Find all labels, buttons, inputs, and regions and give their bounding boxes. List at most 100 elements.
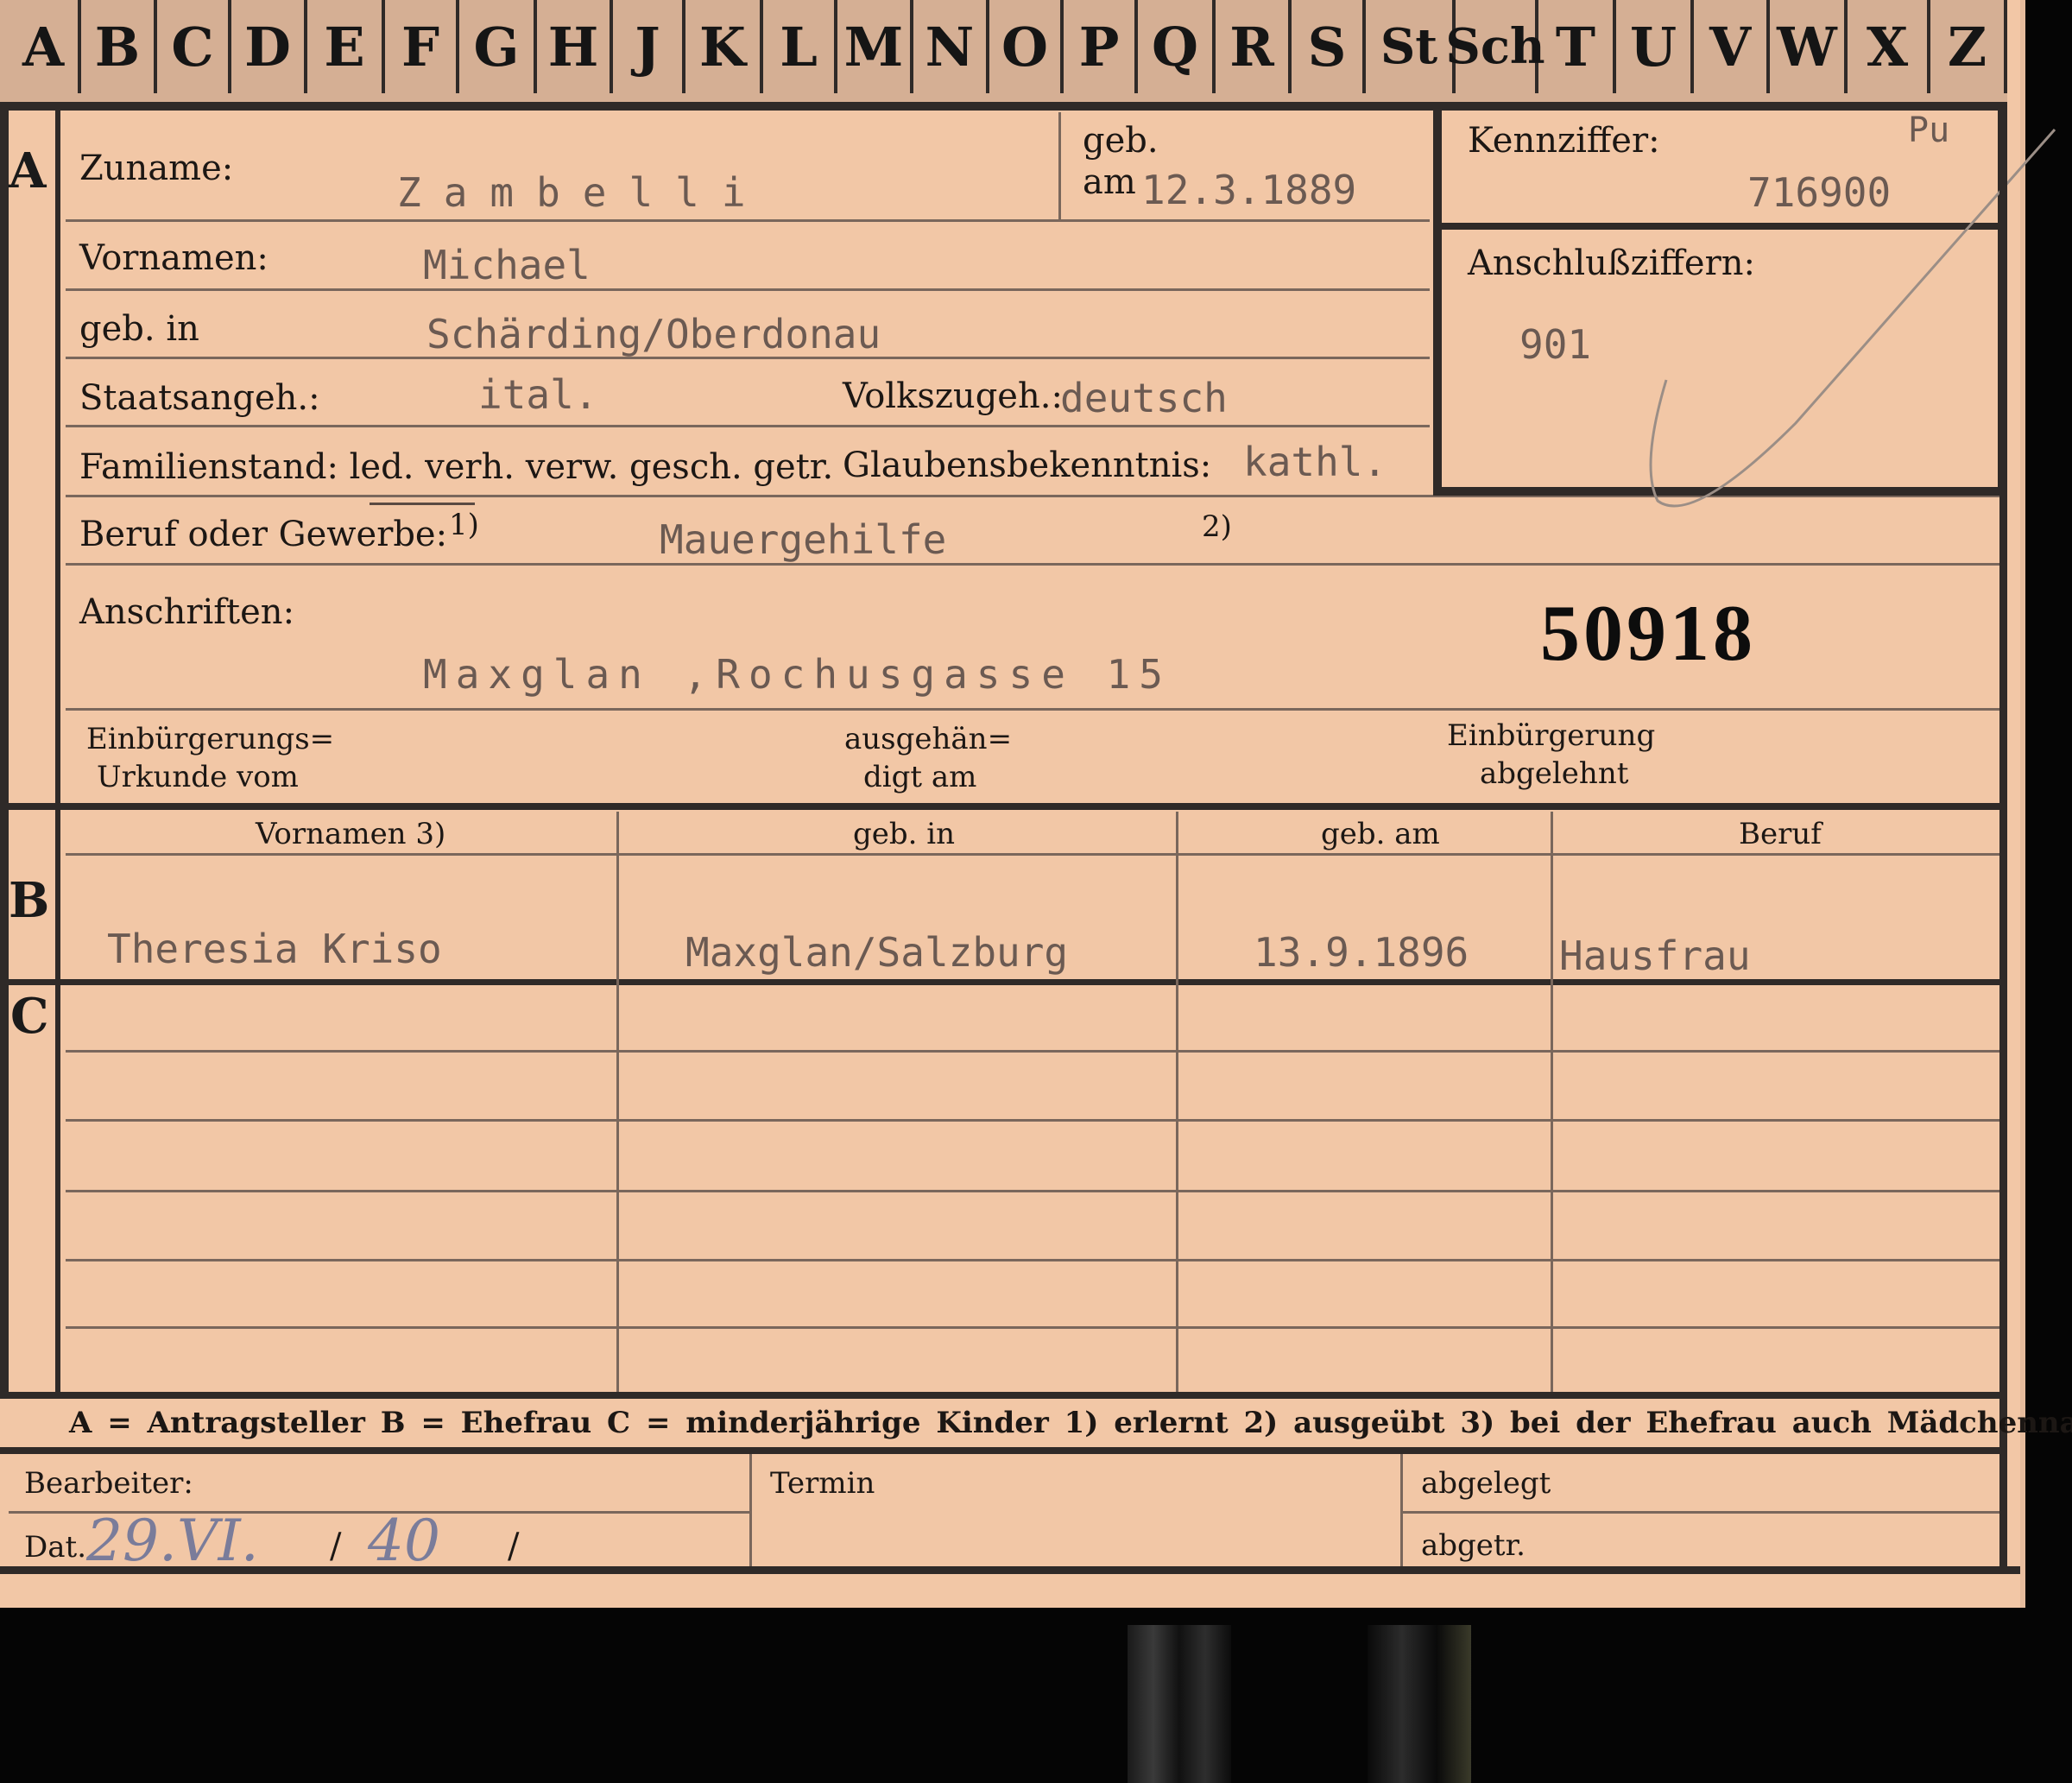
letter-tab-f[interactable]: F <box>385 0 459 93</box>
header-first-names: Vornamen 3) <box>256 817 446 851</box>
letter-tab-t[interactable]: T <box>1538 0 1616 93</box>
registration-card: A B C D E F G H J K L M N O P Q R S St Sch T U V W X Z A Zuname: … <box>0 0 2072 1608</box>
spouse-birthdate: 13.9.1896 <box>1254 929 1469 976</box>
legend-bottom-line <box>0 1447 2007 1454</box>
naturalization-doc-label-2: Urkunde vom <box>97 760 299 794</box>
section-a-marker: A <box>9 142 47 199</box>
letter-tab-sch[interactable]: Sch <box>1445 0 1545 93</box>
letter-tab-a[interactable]: A <box>9 0 81 93</box>
letter-tab-m[interactable]: M <box>837 0 913 93</box>
footnote-1-marker: 1) <box>449 508 479 542</box>
letter-tab-g[interactable]: G <box>459 0 537 93</box>
row-line <box>66 425 1430 427</box>
letter-index-tabs: A B C D E F G H J K L M N O P Q R S St Sch T U V W X Z <box>0 0 2007 111</box>
birthplace-label: geb. in <box>79 309 199 349</box>
header-birthdate: geb. am <box>1321 817 1440 851</box>
birth-date: 12.3.1889 <box>1141 167 1357 213</box>
abgetr-label: abgetr. <box>1421 1528 1526 1563</box>
row-line <box>66 288 1430 291</box>
letter-tab-k[interactable]: K <box>685 0 763 93</box>
letter-tab-st[interactable]: St <box>1366 0 1456 93</box>
row-line <box>66 853 1999 856</box>
column-line <box>616 812 619 1392</box>
handwritten-date-day-month: 29.VI. <box>86 1508 259 1574</box>
letter-tab-j[interactable]: J <box>613 0 685 93</box>
row-line <box>66 357 1430 359</box>
letter-tab-c[interactable]: C <box>157 0 231 93</box>
letter-tab-n[interactable]: N <box>913 0 989 93</box>
row-line <box>66 708 1999 711</box>
geb-label: geb. <box>1083 121 1159 161</box>
letter-tab-b[interactable]: B <box>81 0 157 93</box>
row-line <box>1402 1511 1999 1514</box>
letter-tab-z[interactable]: Z <box>1930 0 2007 93</box>
row-line <box>66 1259 1999 1261</box>
spouse-first-names: Theresia Kriso <box>107 926 442 972</box>
surname-label: Zuname: <box>79 149 234 188</box>
letter-tab-q[interactable]: Q <box>1138 0 1216 93</box>
spouse-profession: Hausfrau <box>1559 933 1751 979</box>
surname-value: Zambelli <box>397 169 768 216</box>
address-value: Maxglan ,Rochusgasse 15 <box>423 651 1172 698</box>
section-b-marker: B <box>9 872 50 929</box>
letter-tab-o[interactable]: O <box>989 0 1064 93</box>
letter-tab-h[interactable]: H <box>537 0 613 93</box>
dat-label: Dat. <box>24 1530 87 1565</box>
section-c-top-line <box>0 979 2007 985</box>
letter-tab-u[interactable]: U <box>1616 0 1694 93</box>
geb-divider <box>1058 112 1061 219</box>
left-border <box>0 102 9 810</box>
case-number: 50918 <box>1540 589 1756 677</box>
right-border <box>1999 102 2007 1570</box>
handed-over-label-1: ausgehän= <box>844 722 1013 756</box>
letter-tab-x[interactable]: X <box>1848 0 1930 93</box>
bearbeiter-label: Bearbeiter: <box>24 1466 193 1501</box>
ethnicity-label: Volkszugeh.: <box>843 376 1063 416</box>
geb-am-label: am <box>1083 162 1136 202</box>
section-c-marker: C <box>10 988 49 1045</box>
scan-shadow-2 <box>1368 1625 1471 1783</box>
addresses-label: Anschriften: <box>79 592 295 632</box>
citizenship-value: ital. <box>478 371 598 418</box>
spouse-birthplace: Maxglan/Salzburg <box>685 929 1069 976</box>
naturalization-denied-label-1: Einbürgerung <box>1447 718 1656 753</box>
date-slash-1: / <box>330 1527 342 1566</box>
termin-label: Termin <box>770 1466 875 1501</box>
letter-tab-p[interactable]: P <box>1064 0 1138 93</box>
first-names-value: Michael <box>423 242 591 288</box>
date-slash-2: / <box>508 1527 520 1566</box>
legend: A = Antragsteller B = Ehefrau C = minder… <box>69 1406 2072 1440</box>
letter-tab-d[interactable]: D <box>231 0 307 93</box>
row-line <box>66 1119 1999 1122</box>
letter-tab-r[interactable]: R <box>1216 0 1292 93</box>
row-line <box>66 219 1430 222</box>
legend-top-line <box>0 1392 2007 1399</box>
row-line <box>66 1190 1999 1192</box>
column-line <box>749 1454 752 1570</box>
handed-over-label-2: digt am <box>863 760 977 794</box>
row-line <box>66 1326 1999 1329</box>
column-line <box>1176 812 1178 1392</box>
citizenship-label: Staatsangeh.: <box>79 378 320 418</box>
family-status-underline <box>370 503 475 505</box>
header-profession: Beruf <box>1739 817 1822 851</box>
row-line <box>66 1050 1999 1053</box>
section-b-top-line <box>0 803 2007 810</box>
birthplace-value: Schärding/Oberdonau <box>426 311 881 357</box>
letter-tab-s[interactable]: S <box>1292 0 1366 93</box>
left-border-lower <box>0 810 9 1397</box>
first-names-label: Vornamen: <box>79 238 268 278</box>
letter-tab-e[interactable]: E <box>307 0 385 93</box>
abgelegt-label: abgelegt <box>1421 1466 1551 1501</box>
anschluss-value: 901 <box>1519 321 1592 368</box>
profession-label: Beruf oder Gewerbe: <box>79 515 448 554</box>
naturalization-doc-label-1: Einbürgerungs= <box>86 722 335 756</box>
religion-value: kathl. <box>1243 439 1387 485</box>
letter-tab-l[interactable]: L <box>763 0 837 93</box>
letter-tab-w[interactable]: W <box>1770 0 1848 93</box>
scan-shadow-1 <box>1128 1625 1231 1783</box>
section-a-divider <box>55 111 60 810</box>
religion-label: Glaubensbekenntnis: <box>843 446 1212 485</box>
letter-tab-v[interactable]: V <box>1694 0 1770 93</box>
naturalization-denied-label-2: abgelehnt <box>1480 756 1629 791</box>
